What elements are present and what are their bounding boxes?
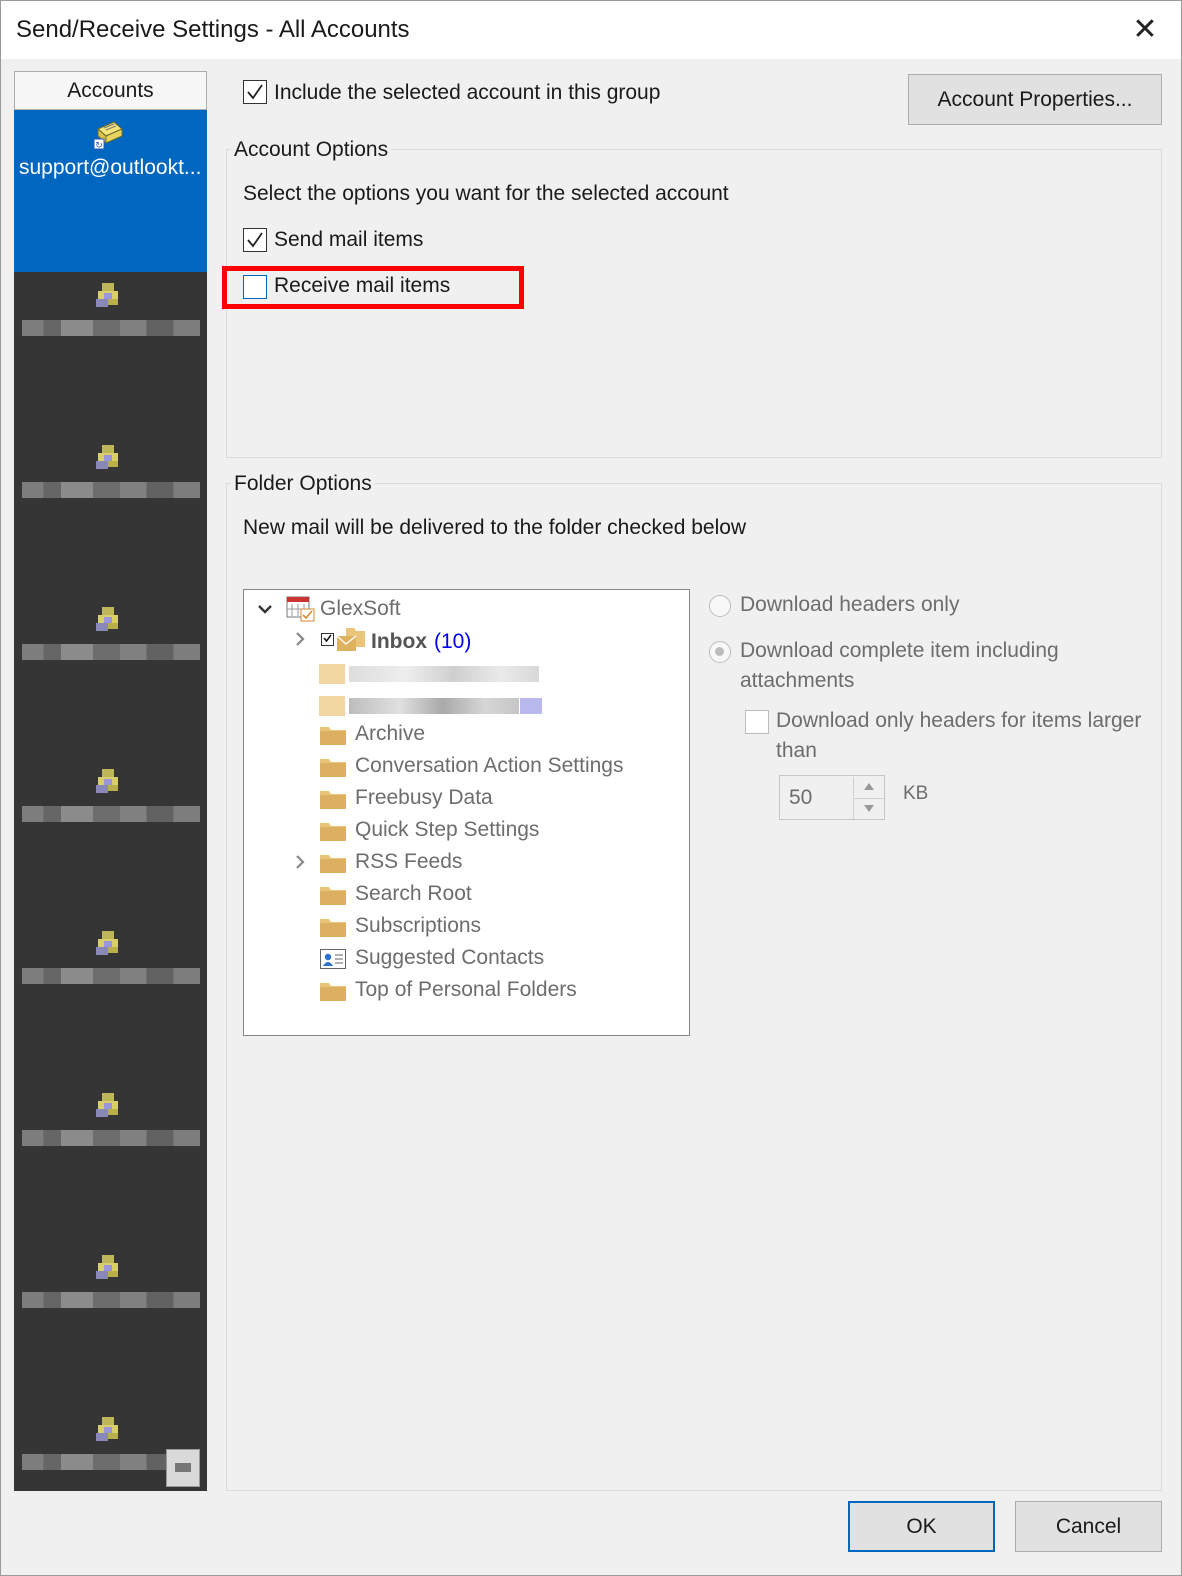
- contacts-icon: [320, 949, 346, 969]
- account-item-selected[interactable]: ↻ support@outlookt...: [14, 110, 207, 272]
- calendar-store-icon: [286, 596, 315, 622]
- account-icon: [96, 607, 118, 631]
- inbox-count: (10): [434, 630, 472, 653]
- spin-down-button[interactable]: [853, 798, 884, 819]
- svg-text:↻: ↻: [95, 141, 103, 151]
- folder-options-description: New mail will be delivered to the folder…: [243, 516, 747, 539]
- account-item[interactable]: [14, 272, 207, 434]
- redacted-folder-label: [349, 666, 539, 682]
- folder-conversation-action-settings[interactable]: Conversation Action Settings: [355, 754, 624, 778]
- account-item[interactable]: [14, 920, 207, 1082]
- folder-icon: [320, 919, 346, 937]
- account-icon: [96, 769, 118, 793]
- account-options-description: Select the options you want for the sele…: [243, 182, 729, 205]
- account-options-legend: Account Options: [231, 138, 392, 162]
- download-complete-radio[interactable]: [709, 641, 731, 663]
- size-unit: KB: [903, 783, 929, 804]
- account-item[interactable]: [14, 1082, 207, 1244]
- receive-mail-checkbox[interactable]: [243, 275, 267, 299]
- chevron-right-icon[interactable]: [293, 632, 307, 646]
- accounts-header: Accounts: [14, 71, 207, 110]
- accounts-list[interactable]: Accounts ↻ support@outlookt...: [14, 71, 207, 1491]
- folder-rss-feeds[interactable]: RSS Feeds: [355, 850, 462, 874]
- inbox-folder-icon: [336, 628, 365, 651]
- account-icon: [96, 1093, 118, 1117]
- folder-tree[interactable]: GlexSoft Inbox (10) Archive Conversation …: [243, 589, 690, 1036]
- redacted-account-label: [22, 320, 200, 336]
- redacted-account-label: [22, 1292, 200, 1308]
- chevron-down-icon[interactable]: [258, 602, 272, 616]
- ok-button[interactable]: OK: [848, 1501, 995, 1552]
- account-icon: [96, 1255, 118, 1279]
- spin-up-button[interactable]: [853, 777, 884, 797]
- larger-items-checkbox[interactable]: [745, 710, 769, 734]
- tree-root-label[interactable]: GlexSoft: [320, 597, 401, 621]
- larger-items-label-2: than: [776, 739, 817, 762]
- account-item[interactable]: [14, 596, 207, 758]
- redacted-account-label: [22, 1130, 200, 1146]
- folder-icon: [320, 823, 346, 841]
- account-icon: [96, 445, 118, 469]
- close-button[interactable]: ✕: [1123, 8, 1167, 52]
- folder-icon: [320, 759, 346, 777]
- folder-subscriptions[interactable]: Subscriptions: [355, 914, 481, 938]
- redacted-folder-label: [349, 698, 519, 714]
- account-email: support@outlookt...: [19, 156, 202, 179]
- account-icon: [96, 931, 118, 955]
- folder-icon: [320, 727, 346, 745]
- inbox-label[interactable]: Inbox: [371, 630, 427, 654]
- redacted-account-label: [22, 806, 200, 822]
- window-title: Send/Receive Settings - All Accounts: [16, 16, 410, 43]
- folder-icon: [320, 983, 346, 1001]
- redacted-account-label: [22, 482, 200, 498]
- download-headers-label: Download headers only: [740, 593, 960, 616]
- folder-quick-step-settings[interactable]: Quick Step Settings: [355, 818, 539, 842]
- folder-icon: [320, 855, 346, 873]
- download-complete-label: Download complete item including: [740, 639, 1059, 662]
- account-item[interactable]: [14, 1244, 207, 1406]
- size-spinner[interactable]: 50: [779, 775, 885, 820]
- send-mail-label: Send mail items: [274, 228, 424, 251]
- cancel-button[interactable]: Cancel: [1015, 1501, 1162, 1552]
- redacted-account-label: [22, 644, 200, 660]
- folder-options-legend: Folder Options: [231, 472, 375, 496]
- folder-icon: [320, 791, 346, 809]
- folder-freebusy-data[interactable]: Freebusy Data: [355, 786, 493, 810]
- scroll-thumb[interactable]: [166, 1449, 200, 1487]
- redacted-folder-icon: [319, 664, 345, 684]
- dialog-window: Send/Receive Settings - All Accounts ✕ A…: [0, 0, 1182, 1576]
- folder-search-root[interactable]: Search Root: [355, 882, 472, 906]
- include-account-checkbox[interactable]: [243, 80, 267, 104]
- chevron-right-icon[interactable]: [293, 855, 307, 869]
- include-account-label: Include the selected account in this gro…: [274, 81, 661, 104]
- download-headers-radio[interactable]: [709, 595, 731, 617]
- folder-archive[interactable]: Archive: [355, 722, 425, 746]
- account-item[interactable]: [14, 758, 207, 920]
- account-icon: [96, 1417, 118, 1441]
- account-icon: [96, 283, 118, 307]
- account-icon: ↻: [93, 121, 123, 151]
- account-item[interactable]: [14, 434, 207, 596]
- redacted-account-label: [22, 968, 200, 984]
- redacted-badge: [520, 698, 542, 714]
- folder-top-of-personal-folders[interactable]: Top of Personal Folders: [355, 978, 577, 1002]
- redacted-folder-icon: [319, 696, 345, 716]
- receive-mail-label: Receive mail items: [274, 274, 451, 297]
- size-value: 50: [789, 786, 813, 809]
- download-complete-label-2: attachments: [740, 669, 855, 692]
- folder-suggested-contacts[interactable]: Suggested Contacts: [355, 946, 544, 970]
- larger-items-label: Download only headers for items larger: [776, 709, 1142, 732]
- account-properties-button[interactable]: Account Properties...: [908, 74, 1162, 125]
- inbox-checkbox[interactable]: [321, 633, 334, 646]
- folder-icon: [320, 887, 346, 905]
- title-bar: Send/Receive Settings - All Accounts ✕: [1, 1, 1181, 59]
- send-mail-checkbox[interactable]: [243, 228, 267, 252]
